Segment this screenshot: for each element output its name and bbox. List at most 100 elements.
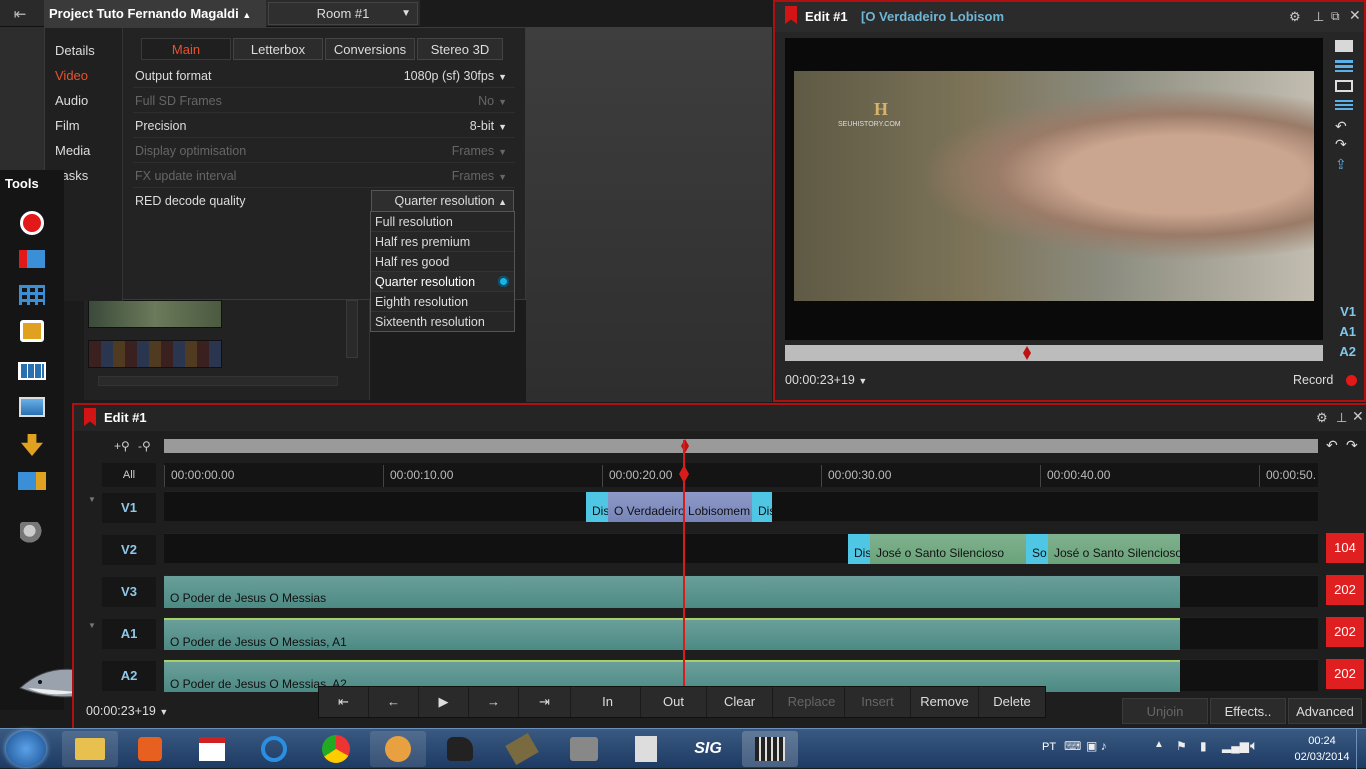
viewer-tool-icon[interactable]	[16, 318, 48, 344]
clip-transition[interactable]: So	[1026, 534, 1048, 564]
show-hidden-icons-icon[interactable]: ▲	[1154, 739, 1164, 750]
action-center-icon[interactable]: ⚑	[1176, 739, 1187, 753]
timeline-ruler[interactable]: 00:00:00.00 00:00:10.00 00:00:20.00 00:0…	[164, 463, 1318, 487]
pin-icon[interactable]: ⊥	[1336, 410, 1347, 426]
undo-icon[interactable]: ↶	[1335, 118, 1347, 135]
redo-icon[interactable]: ↷	[1335, 136, 1347, 153]
viewer-lines-icon[interactable]	[1335, 100, 1353, 112]
export-tool-icon[interactable]	[16, 432, 48, 458]
zoom-out-icon[interactable]: -⚲	[138, 439, 151, 453]
camera-app-icon[interactable]	[556, 731, 612, 767]
viewer-track-a1[interactable]: A1	[1339, 324, 1356, 339]
exit-icon[interactable]: ⇤	[0, 0, 40, 27]
tools-app-icon[interactable]	[494, 731, 550, 767]
viewer-timecode[interactable]: 00:00:23+19 ▼	[785, 373, 867, 387]
effects-button[interactable]: Effects..	[1210, 698, 1286, 724]
bin-thumbnail[interactable]	[88, 340, 222, 368]
viewer-layout-icon[interactable]	[1335, 40, 1353, 52]
insert-button[interactable]: Insert	[845, 687, 911, 717]
option-half-res-premium[interactable]: Half res premium	[371, 232, 514, 252]
nav-item-film[interactable]: Film	[55, 118, 80, 133]
track-label-v1[interactable]: V1	[102, 493, 156, 523]
room-select[interactable]: Room #1 ▼	[268, 2, 418, 25]
record-button[interactable]	[1346, 375, 1357, 386]
viewer-scrub-bar[interactable]	[785, 345, 1323, 361]
bin-horizontal-scrollbar[interactable]	[98, 376, 338, 386]
grid-tool-icon[interactable]	[16, 282, 48, 308]
clip-o-poder-de-jesus-a1[interactable]: O Poder de Jesus O Messias, A1	[164, 618, 1180, 650]
nav-item-audio[interactable]: Audio	[55, 93, 88, 108]
clip-jose-o-santo-silencioso[interactable]: José o Santo Silencioso	[1048, 534, 1180, 564]
avatar-app-icon[interactable]	[370, 731, 426, 767]
track-v3[interactable]: O Poder de Jesus O Messias	[164, 575, 1318, 608]
volume-icon[interactable]: 🔈︎	[1250, 737, 1258, 754]
track-label-v3[interactable]: V3	[102, 577, 156, 607]
viewer-track-v1[interactable]: V1	[1340, 304, 1356, 319]
clear-button[interactable]: Clear	[707, 687, 773, 717]
go-to-end-icon[interactable]: ⇥	[519, 687, 571, 717]
bin-scrollbar[interactable]	[346, 300, 358, 358]
track-label-v2[interactable]: V2	[102, 535, 156, 565]
settings-users-icon[interactable]	[16, 520, 48, 546]
network-icon[interactable]: ▂▄▆	[1222, 739, 1249, 753]
step-back-icon[interactable]: ←	[369, 687, 419, 717]
tab-letterbox[interactable]: Letterbox	[233, 38, 323, 60]
lightworks-app-icon[interactable]	[742, 731, 798, 767]
undo-icon[interactable]: ↶	[1326, 437, 1338, 454]
go-to-start-icon[interactable]: ⇤	[319, 687, 369, 717]
show-desktop-button[interactable]	[1356, 729, 1366, 769]
clip-o-verdadeiro-lobisomem[interactable]: O Verdadeiro Lobisomem	[608, 492, 752, 522]
start-button[interactable]	[6, 731, 46, 767]
horse-app-icon[interactable]	[432, 731, 488, 767]
keyboard-icon[interactable]: ⌨	[1064, 739, 1081, 753]
chrome-icon[interactable]	[308, 731, 364, 767]
viewer-list-icon[interactable]	[1335, 60, 1353, 72]
clip-o-poder-de-jesus[interactable]: O Poder de Jesus O Messias	[164, 576, 1180, 608]
internet-explorer-icon[interactable]	[246, 731, 302, 767]
language-indicator[interactable]: PT	[1042, 741, 1056, 753]
clock-date[interactable]: 02/03/2014	[1292, 751, 1352, 763]
sig-app-icon[interactable]: SIG	[680, 731, 736, 767]
track-v1[interactable]: Dis O Verdadeiro Lobisomem Dis	[164, 491, 1318, 522]
nav-item-media[interactable]: Media	[55, 143, 90, 158]
track-label-a2[interactable]: A2	[102, 661, 156, 691]
option-eighth-resolution[interactable]: Eighth resolution	[371, 292, 514, 312]
clip-jose-o-santo-silencioso[interactable]: José o Santo Silencioso	[870, 534, 1026, 564]
calendar-app-icon[interactable]	[184, 731, 240, 767]
close-icon[interactable]: ✕	[1352, 408, 1364, 425]
tray-apps-icon[interactable]: ▣ ♪	[1086, 739, 1107, 753]
collapse-arrow-icon[interactable]: ▼	[88, 495, 96, 504]
track-label-a1[interactable]: A1	[102, 619, 156, 649]
remove-button[interactable]: Remove	[911, 687, 979, 717]
tab-conversions[interactable]: Conversions	[325, 38, 415, 60]
send-tool-icon[interactable]	[16, 468, 48, 494]
tab-stereo-3d[interactable]: Stereo 3D	[417, 38, 503, 60]
option-full-resolution[interactable]: Full resolution	[371, 212, 514, 232]
timeline-timecode[interactable]: 00:00:23+19 ▼	[86, 704, 168, 718]
timeline-settings-icon[interactable]: ⚙	[1316, 410, 1328, 426]
setting-precision[interactable]: Precision 8-bit ▼	[133, 114, 515, 138]
option-sixteenth-resolution[interactable]: Sixteenth resolution	[371, 312, 514, 332]
close-icon[interactable]: ✕	[1349, 7, 1361, 24]
calculator-icon[interactable]	[618, 731, 674, 767]
in-button[interactable]: In	[575, 687, 641, 717]
step-forward-icon[interactable]: →	[469, 687, 519, 717]
clip-dissolve[interactable]: Dis	[586, 492, 608, 522]
pin-icon[interactable]: ⊥	[1313, 9, 1324, 25]
out-button[interactable]: Out	[641, 687, 707, 717]
timeline-overview-bar[interactable]	[164, 439, 1318, 453]
project-title[interactable]: Project Tuto Fernando Magaldi ▲	[44, 0, 266, 27]
zoom-in-icon[interactable]: +⚲	[114, 439, 130, 453]
explorer-icon[interactable]	[62, 731, 118, 767]
redo-icon[interactable]: ↷	[1346, 437, 1358, 454]
power-icon[interactable]: ▮	[1200, 739, 1207, 753]
play-icon[interactable]: ▶	[419, 687, 469, 717]
viewer-track-a2[interactable]: A2	[1339, 344, 1356, 359]
replace-button[interactable]: Replace	[779, 687, 845, 717]
tab-main[interactable]: Main	[141, 38, 231, 60]
media-player-icon[interactable]	[122, 731, 178, 767]
setting-output-format[interactable]: Output format 1080p (sf) 30fps ▼	[133, 64, 515, 88]
nav-item-video[interactable]: Video	[55, 68, 88, 83]
clock-time[interactable]: 00:24	[1292, 735, 1352, 747]
track-v2[interactable]: Dis José o Santo Silencioso So José o Sa…	[164, 533, 1318, 564]
